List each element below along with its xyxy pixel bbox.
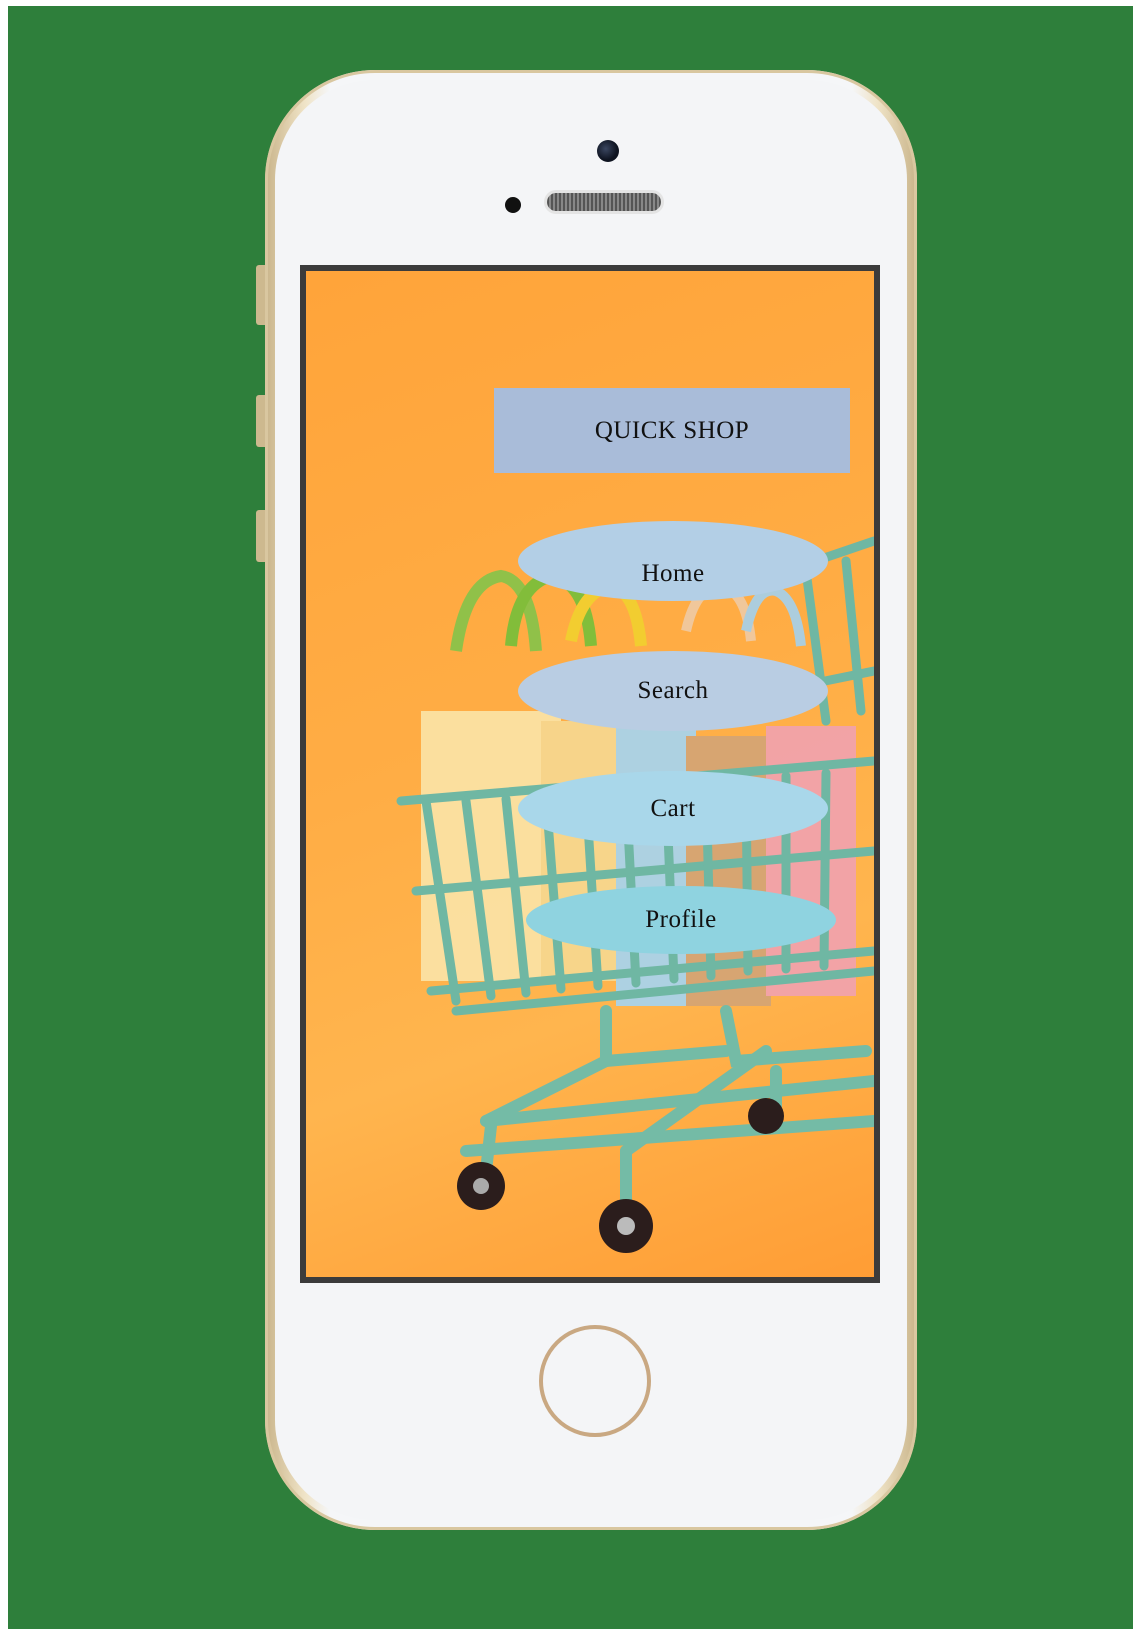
app-screen: QUICK SHOP Home Search Cart Profile xyxy=(300,265,880,1283)
nav-cart-label: Cart xyxy=(650,794,696,822)
nav-profile-label: Profile xyxy=(645,906,717,933)
phone-frame: QUICK SHOP Home Search Cart Profile xyxy=(256,70,917,1530)
nav-home-label: Home xyxy=(641,560,705,587)
nav-search-button[interactable]: Search xyxy=(518,651,828,731)
nav-cart-button[interactable]: Cart xyxy=(518,771,828,846)
nav-search-label: Search xyxy=(637,677,709,704)
app-title: QUICK SHOP xyxy=(594,416,750,444)
home-button[interactable] xyxy=(539,1325,651,1437)
nav-home-button[interactable]: Home xyxy=(518,521,828,601)
volume-up-button xyxy=(256,395,265,447)
nav-profile-button[interactable]: Profile xyxy=(526,886,836,954)
volume-down-button xyxy=(256,510,265,562)
app-title-box: QUICK SHOP xyxy=(494,388,850,473)
proximity-sensor xyxy=(505,197,521,213)
front-camera xyxy=(597,140,619,162)
cart-frame xyxy=(460,1005,874,1207)
mute-switch xyxy=(256,265,265,325)
earpiece-speaker xyxy=(547,193,661,211)
